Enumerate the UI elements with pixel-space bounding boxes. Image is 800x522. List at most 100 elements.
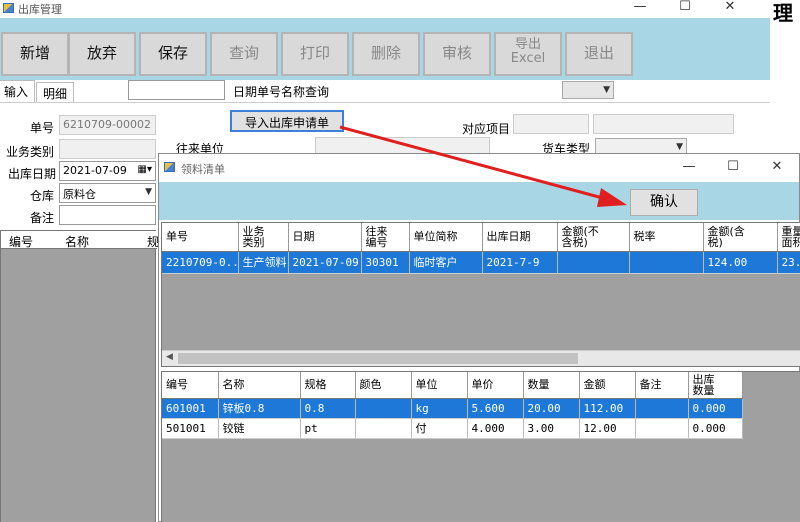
delete-button[interactable]: 删除	[352, 32, 420, 76]
chevron-down-icon: ▼	[603, 85, 610, 95]
audit-button[interactable]: 审核	[423, 32, 491, 76]
search-input[interactable]	[128, 80, 225, 100]
items-cell[interactable]: 0.000	[688, 418, 743, 439]
minimize-button[interactable]: —	[620, 0, 660, 14]
items-cell[interactable]: 112.00	[579, 398, 636, 419]
orders-cell[interactable]: 124.00	[703, 251, 778, 274]
orders-header-6[interactable]: 金额(不 含税)	[557, 223, 630, 252]
biz-type-field[interactable]	[59, 139, 156, 159]
new-button[interactable]: 新增	[1, 32, 69, 76]
items-cell[interactable]: 3.00	[523, 418, 580, 439]
orders-cell[interactable]	[629, 251, 704, 274]
warehouse-value: 原料仓	[63, 188, 96, 201]
items-cell[interactable]: 601001	[162, 398, 219, 419]
items-header-8[interactable]: 备注	[635, 372, 689, 399]
save-button[interactable]: 保存	[139, 32, 207, 76]
items-header-7[interactable]: 金额	[579, 372, 636, 399]
main-grid-col-code: 编号	[9, 235, 34, 249]
tab-input[interactable]: 输入	[0, 80, 36, 102]
dialog-minimize-button[interactable]: —	[669, 159, 709, 174]
orders-cell[interactable]: 2021-07-09	[288, 251, 362, 274]
chevron-down-icon: ▼	[145, 187, 152, 197]
orders-header-2[interactable]: 日期	[288, 223, 362, 252]
chevron-down-icon: ▼	[676, 142, 683, 152]
orders-cell[interactable]: 30301	[361, 251, 410, 274]
project-name-field[interactable]	[593, 114, 734, 134]
project-label: 对应项目	[462, 122, 511, 136]
main-detail-grid[interactable]: 编号 名称 规	[0, 230, 159, 522]
items-cell[interactable]	[355, 418, 412, 439]
orders-header-0[interactable]: 单号	[162, 223, 239, 252]
search-combo[interactable]: ▼	[562, 81, 614, 99]
items-row[interactable]: 601001 锌板0.8 0.8 kg 5.600 20.00 112.00 0.000	[162, 398, 743, 419]
orders-header-4[interactable]: 单位简称	[409, 223, 483, 252]
items-cell[interactable]	[635, 398, 689, 419]
maximize-button[interactable]: ☐	[665, 0, 705, 14]
orders-header-9[interactable]: 重量面积	[777, 223, 800, 252]
remark-field[interactable]	[59, 205, 156, 225]
items-cell[interactable]: 4.000	[467, 418, 524, 439]
items-header-4[interactable]: 单位	[411, 372, 468, 399]
items-header-5[interactable]: 单价	[467, 372, 524, 399]
orders-header-3[interactable]: 往来 编号	[361, 223, 410, 252]
items-cell[interactable]: 0.000	[688, 398, 743, 419]
orders-header-1[interactable]: 业务 类别	[238, 223, 289, 252]
orders-cell[interactable]: 临时客户	[409, 251, 483, 274]
items-cell[interactable]: 付	[411, 418, 468, 439]
orders-header-5[interactable]: 出库日期	[482, 223, 558, 252]
items-cell[interactable]: 铰链	[218, 418, 301, 439]
items-cell[interactable]: pt	[300, 418, 356, 439]
scroll-left-icon[interactable]: ◀	[166, 352, 173, 362]
warehouse-select[interactable]: 原料仓 ▼	[59, 183, 156, 203]
items-header-2[interactable]: 规格	[300, 372, 356, 399]
orders-hscrollbar[interactable]: ◀	[162, 350, 800, 366]
confirm-button[interactable]: 确认	[630, 189, 698, 216]
exit-button[interactable]: 退出	[565, 32, 633, 76]
orders-header-8[interactable]: 金额(含 税)	[703, 223, 778, 252]
items-cell[interactable]: 0.8	[300, 398, 356, 419]
orders-row[interactable]: 2210709-0... 生产领料 2021-07-09 30301 临时客户 2021-…	[162, 251, 800, 274]
orders-cell[interactable]: 23.00	[777, 251, 800, 274]
close-button[interactable]: ✕	[710, 0, 750, 14]
tab-detail[interactable]: 明细	[36, 82, 75, 102]
items-cell[interactable]	[355, 398, 412, 419]
items-header-6[interactable]: 数量	[523, 372, 580, 399]
items-header-1[interactable]: 名称	[218, 372, 301, 399]
scroll-thumb[interactable]	[178, 353, 578, 364]
items-header-0[interactable]: 编号	[162, 372, 219, 399]
orders-grid[interactable]: 单号业务类别日期往来编号单位简称出库日期金额(不含税)税率金额(含税)重量面积 …	[161, 222, 800, 367]
items-header-9[interactable]: 出库 数量	[688, 372, 743, 399]
items-grid[interactable]: 编号 名称 规格 颜色 单位 单价 数量 金额 备注 出库 数量 601001 锌板0.8 0.8 kg 5…	[161, 371, 800, 522]
items-cell[interactable]	[635, 418, 689, 439]
discard-button[interactable]: 放弃	[68, 32, 136, 76]
items-row[interactable]: 501001 铰链 pt 付 4.000 3.00 12.00 0.000	[162, 418, 743, 439]
dialog-toolbar: 确认	[159, 182, 799, 220]
orders-cell[interactable]: 2210709-0...	[162, 251, 239, 274]
main-titlebar: 出库管理 — ☐ ✕	[0, 0, 770, 18]
orders-cell[interactable]	[557, 251, 630, 274]
items-cell[interactable]: 12.00	[579, 418, 636, 439]
orders-cell[interactable]: 2021-7-9	[482, 251, 558, 274]
items-cell[interactable]: 501001	[162, 418, 219, 439]
calendar-icon[interactable]: ▦▾	[138, 164, 152, 175]
project-code-field[interactable]	[513, 114, 589, 134]
items-cell[interactable]: 5.600	[467, 398, 524, 419]
export-excel-button[interactable]: 导出 Excel	[494, 32, 562, 76]
orders-header-row: 单号业务类别日期往来编号单位简称出库日期金额(不含税)税率金额(含税)重量面积	[162, 223, 800, 252]
doc-no-field[interactable]: 6210709-00002	[59, 115, 156, 135]
orders-cell[interactable]: 生产领料	[238, 251, 289, 274]
background-text: 理	[773, 1, 793, 25]
items-cell[interactable]: 锌板0.8	[218, 398, 301, 419]
orders-header-7[interactable]: 税率	[629, 223, 704, 252]
import-request-button[interactable]: 导入出库申请单	[230, 110, 344, 132]
items-cell[interactable]: kg	[411, 398, 468, 419]
dialog-close-button[interactable]: ✕	[757, 159, 797, 174]
items-header-3[interactable]: 颜色	[355, 372, 412, 399]
out-date-picker[interactable]: 2021-07-09 ▦▾	[59, 161, 156, 181]
items-cell[interactable]: 20.00	[523, 398, 580, 419]
query-button[interactable]: 查询	[210, 32, 278, 76]
window-title: 出库管理	[18, 3, 62, 16]
dialog-maximize-button[interactable]: ☐	[713, 159, 753, 174]
print-button[interactable]: 打印	[281, 32, 349, 76]
app-icon	[164, 162, 175, 172]
